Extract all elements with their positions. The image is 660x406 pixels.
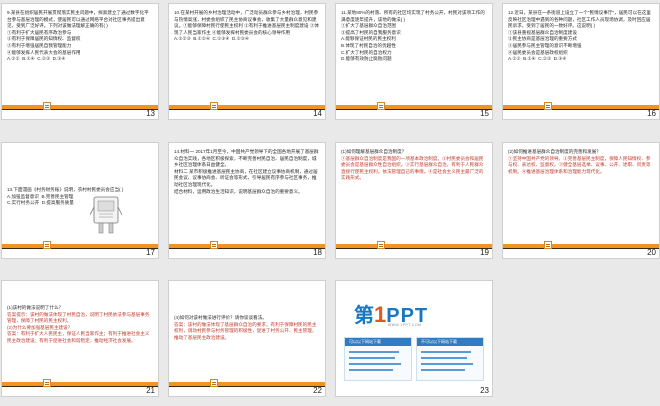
panel-title: 不可以以下网站下载: [417, 338, 483, 346]
link-line: [349, 363, 401, 365]
link-line: [421, 357, 467, 359]
slide-footer-bar: [503, 244, 659, 249]
slide-footer-bar: [169, 105, 325, 110]
logo-part: 1: [374, 302, 387, 327]
slide-number: 23: [480, 386, 489, 395]
slide-footer-bar: [2, 244, 158, 249]
answer-text: 答案：该村的做法体现了基层群众自治的要求，有利于保障村民的民主权利，调动村民参与…: [174, 321, 317, 340]
book-icon: [210, 379, 218, 387]
slide-footer-bar: [2, 105, 158, 110]
slide-text: (2)如何推进基层群众自治制度的完善和发展？ ①坚持中国共产党的领导。②完善基层…: [508, 149, 653, 175]
slide-number: 21: [146, 386, 155, 395]
slide-text: (1)该村的做法说明了什么？ 答案提示：该村的做法体现了村民自治，说明了村民依法…: [7, 305, 152, 345]
link-line: [421, 369, 465, 371]
slide-thumbnail-20[interactable]: (2)如何推进基层群众自治制度的完善和发展？ ①坚持中国共产党的领导。②完善基层…: [502, 142, 660, 259]
book-icon: [43, 241, 51, 249]
slide-number: 13: [146, 109, 155, 118]
book-icon: [210, 241, 218, 249]
link-line: [421, 363, 473, 365]
slide-footer-bar: [169, 244, 325, 249]
slide-thumbnail-14[interactable]: 10.在某村开展的乡村治理活动中，广泛动员群众参与乡村治理，村民参与热情高涨，村…: [168, 3, 326, 120]
link-line: [349, 351, 399, 353]
slide-text: 12.近日，某县在一条街道上设立了一个"民情议事厅"，居民可以在这里反映社区治理…: [508, 10, 651, 62]
slide-text: (4)如何对该村做法进行评价？请你谈谈看法。 答案：该村的做法体现了基层群众自治…: [174, 315, 319, 341]
slide-text: 9.某县在组织居民开展贯彻落实民主问题中，探索建立了通过数字化平台参与基层治理的…: [7, 10, 149, 62]
slide-footer-bar: [503, 105, 659, 110]
slide-thumbnail-13[interactable]: 9.某县在组织居民开展贯彻落实民主问题中，探索建立了通过数字化平台参与基层治理的…: [1, 3, 159, 120]
answer-text-2: 答案：有利于扩大人民民主，保证人民当家作主；有利于推进社会主义民主政治建设；有利…: [7, 331, 150, 343]
slide-number: 16: [647, 109, 656, 118]
answer-text: ①基层群众自治制度是我国的一项基本政治制度。②村民委员会和居民委员会是基层群众性…: [341, 155, 484, 181]
book-icon: [377, 102, 385, 110]
slide-thumbnail-19[interactable]: (1)如何理解基层群众自治制度？ ①基层群众自治制度是我国的一项基本政治制度。②…: [335, 142, 493, 259]
answer-text: 答案提示：该村的做法体现了村民自治，说明了村民依法参与基层事务管理，保障了村民的…: [7, 311, 150, 330]
question-text: (1)如何理解基层群众自治制度？: [341, 149, 407, 154]
logo-url-text: WWW.1PPT.COM: [388, 323, 422, 327]
book-icon: [377, 241, 385, 249]
slide-thumbnail-21[interactable]: (1)该村的做法说明了什么？ 答案提示：该村的做法体现了村民自治，说明了村民依法…: [1, 280, 159, 397]
slide-thumbnail-22[interactable]: (4)如何对该村做法进行评价？请你谈谈看法。 答案：该村的做法体现了基层群众自治…: [168, 280, 326, 397]
allowed-sites-panel: 可以以下网站下载: [344, 337, 412, 381]
blocked-sites-panel: 不可以以下网站下载: [416, 337, 484, 381]
book-icon: [43, 379, 51, 387]
slide-text: 13.下面漫画《村务财务账》说明，农村村民委员会应当( ) A.加强监督意识 B…: [7, 187, 124, 206]
panel-title: 可以以下网站下载: [345, 338, 411, 346]
question-text: (1)该村的做法说明了什么？: [7, 305, 64, 310]
slide-text: 10.在某村开展的乡村治理活动中，广泛动员群众参与乡村治理，村民参与热情高涨，村…: [174, 10, 319, 42]
slide-thumbnail-17[interactable]: 13.下面漫画《村务财务账》说明，农村村民委员会应当( ) A.加强监督意识 B…: [1, 142, 159, 259]
slide-number: 18: [313, 248, 322, 257]
link-line: [421, 351, 471, 353]
logo-part: 第: [354, 305, 374, 327]
slide-number: 17: [146, 248, 155, 257]
slide-number: 20: [647, 248, 656, 257]
link-line: [349, 357, 395, 359]
slide-text: 14.材料一 2017年1月至今，中国共产党领导下的全国各地开展了基层群众自治实…: [174, 149, 319, 194]
question-text: (2)如何推进基层群众自治制度的完善和发展？: [508, 149, 601, 154]
book-icon: [544, 241, 552, 249]
slide-footer-bar: [169, 382, 325, 387]
slide-thumbnail-15[interactable]: 11.某地80%的村落、所有的社区均实现了村务公开，村民对该项工作的满意度逐年提…: [335, 3, 493, 120]
slide-footer-bar: [2, 382, 158, 387]
cartoon-robot-image: [90, 196, 122, 234]
book-icon: [544, 102, 552, 110]
answer-text: ①坚持中国共产党的领导。②完善基层民主制度，保障人民知情权、参与权、表达权、监督…: [508, 155, 651, 174]
slide-footer-bar: [336, 105, 492, 110]
slide-text: 11.某地80%的村落、所有的社区均实现了村务公开，村民对该项工作的满意度逐年提…: [341, 10, 485, 62]
link-line: [349, 369, 393, 371]
slide-number: 19: [480, 248, 489, 257]
slide-number: 14: [313, 109, 322, 118]
book-icon: [43, 102, 51, 110]
slide-thumbnail-16[interactable]: 12.近日，某县在一条街道上设立了一个"民情议事厅"，居民可以在这里反映社区治理…: [502, 3, 660, 120]
slide-footer-bar: [336, 244, 492, 249]
slide-thumbnail-18[interactable]: 14.材料一 2017年1月至今，中国共产党领导下的全国各地开展了基层群众自治实…: [168, 142, 326, 259]
slide-number: 15: [480, 109, 489, 118]
slide-number: 22: [313, 386, 322, 395]
slide-text: (1)如何理解基层群众自治制度？ ①基层群众自治制度是我国的一项基本政治制度。②…: [341, 149, 486, 182]
book-icon: [210, 102, 218, 110]
question-text: (4)如何对该村做法进行评价？请你谈谈看法。: [174, 315, 267, 320]
slide-thumbnail-23[interactable]: 第1PPT WWW.1PPT.COM 可以以下网站下载 不可以以下网站下载 23: [335, 280, 493, 397]
